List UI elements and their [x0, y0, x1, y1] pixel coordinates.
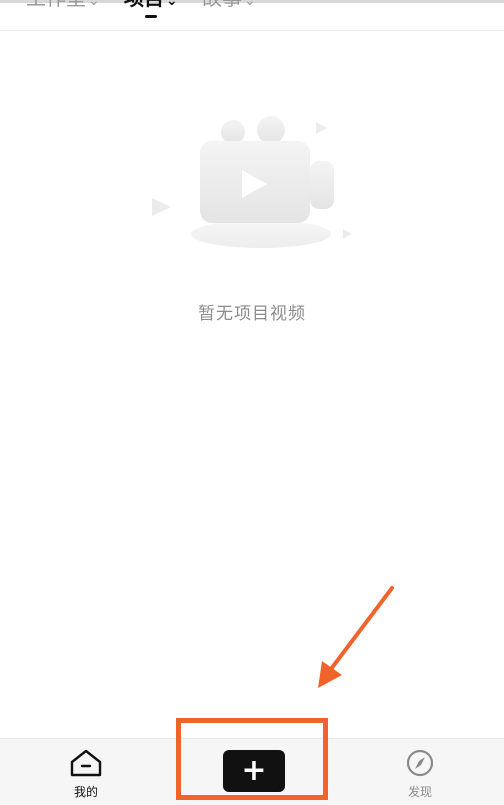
- chevron-down-icon: ⌄: [166, 0, 178, 9]
- annotation-highlight-box: [176, 718, 328, 800]
- tab-story-label: 故事: [202, 0, 242, 10]
- top-tab-bar: 工作室⌄ 项目⌄ 故事⌄: [0, 0, 504, 31]
- tab-studio[interactable]: 工作室⌄: [26, 0, 100, 10]
- active-tab-indicator: [145, 15, 157, 18]
- arrow-icon: [318, 586, 394, 688]
- nav-discover-label: 发现: [407, 785, 432, 799]
- nav-discover[interactable]: 发现: [390, 749, 450, 800]
- video-camera-play-icon: [152, 116, 352, 248]
- compass-icon: [406, 749, 434, 777]
- nav-mine-label: 我的: [73, 785, 98, 799]
- home-icon: [70, 749, 102, 777]
- chevron-down-icon: ⌄: [244, 0, 256, 9]
- tab-project-label: 项目: [124, 0, 164, 10]
- nav-mine[interactable]: 我的: [56, 749, 116, 800]
- tab-project[interactable]: 项目⌄: [124, 0, 178, 10]
- chevron-down-icon: ⌄: [88, 0, 100, 9]
- tab-studio-label: 工作室: [26, 0, 86, 10]
- tab-story[interactable]: 故事⌄: [202, 0, 256, 10]
- empty-state-message: 暂无项目视频: [198, 304, 306, 324]
